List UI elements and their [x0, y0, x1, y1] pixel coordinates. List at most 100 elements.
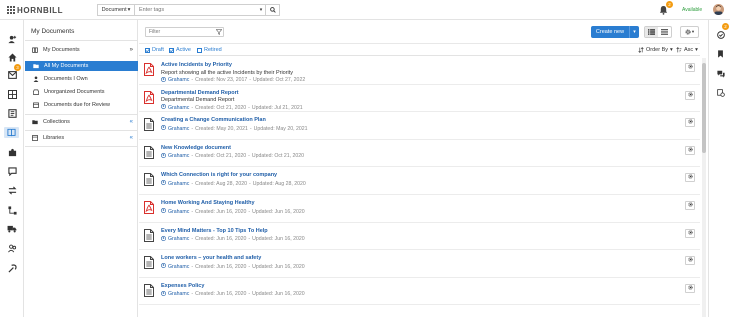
presence-status[interactable]: Available	[682, 7, 702, 13]
home-icon[interactable]	[7, 52, 17, 62]
document-row[interactable]: Expenses Policy Grahamc - Created: Jun 16…	[139, 278, 700, 306]
document-created: Created: Nov 23, 2017	[195, 77, 248, 83]
avatar[interactable]	[713, 4, 724, 15]
document-updated: Updated: Jun 16, 2020	[252, 208, 305, 215]
document-row[interactable]: Every Mind Matters - Top 10 Tips To Help…	[139, 223, 700, 251]
filter-funnel-icon[interactable]	[215, 29, 223, 35]
sort-direction-select[interactable]: Asc ▾	[676, 47, 698, 53]
section-libraries[interactable]: Libraries «	[25, 133, 138, 143]
document-settings-button[interactable]	[685, 90, 695, 100]
sidebar-item-documents-i-own[interactable]: Documents I Own	[25, 74, 138, 84]
puzzle-icon[interactable]	[7, 147, 17, 157]
document-settings-button[interactable]	[685, 63, 695, 72]
expand-chevron-icon[interactable]: «	[130, 135, 133, 141]
document-title-link[interactable]: Lone workers – your health and safety	[161, 255, 261, 261]
separator: -	[191, 236, 194, 243]
section-collections[interactable]: Collections «	[25, 117, 138, 127]
sidebar-item-all-my-documents[interactable]: All My Documents	[25, 61, 138, 71]
document-row[interactable]: Home Working And Staying Healthy Grahamc …	[139, 195, 700, 223]
document-settings-button[interactable]	[685, 228, 695, 238]
create-new-label: Create new	[595, 29, 625, 35]
document-author-link[interactable]: Grahamc	[168, 77, 189, 83]
document-updated: Updated: Aug 28, 2020	[252, 180, 306, 187]
create-new-dropdown-icon[interactable]: ▾	[629, 26, 639, 38]
document-row[interactable]: Creating a Change Communication Plan Grah…	[139, 112, 700, 140]
check-circle-icon[interactable]	[716, 30, 725, 39]
activity-icon[interactable]	[716, 88, 725, 97]
list-scrollbar[interactable]	[702, 58, 706, 317]
document-title-link[interactable]: Departmental Demand Report	[161, 90, 239, 96]
documents-nav-icon[interactable]	[4, 127, 19, 138]
add-user-icon[interactable]	[7, 34, 17, 44]
grid-icon[interactable]	[7, 89, 17, 99]
search-button[interactable]	[265, 5, 279, 15]
document-author-link[interactable]: Grahamc	[168, 236, 189, 242]
expand-chevron-icon[interactable]: «	[130, 119, 133, 125]
search-options-caret[interactable]: ▾	[257, 5, 265, 15]
bookmark-icon[interactable]	[716, 49, 725, 58]
chat-bubbles-icon[interactable]	[716, 69, 725, 78]
top-bar: HORNBILL Document ▾ ▾ 2 Available	[0, 0, 730, 20]
document-row[interactable]: New Knowledge document Grahamc - Created:…	[139, 140, 700, 168]
search-type-select[interactable]: Document ▾	[98, 5, 135, 15]
document-title-link[interactable]: Which Connection is right for your compa…	[161, 172, 277, 178]
gear-icon	[687, 147, 693, 154]
separator: -	[191, 104, 194, 111]
document-settings-button[interactable]	[685, 201, 695, 210]
document-created: Created: Oct 21, 2020	[195, 153, 247, 160]
document-settings-button[interactable]	[685, 256, 695, 266]
document-row[interactable]: Which Connection is right for your compa…	[139, 167, 700, 195]
active-label: Active	[176, 47, 191, 53]
document-created: Created: May 20, 2021	[195, 125, 248, 132]
chat-icon[interactable]	[7, 166, 17, 176]
sidebar-item-unorganized-documents[interactable]: Unorganized Documents	[25, 87, 138, 97]
section-my-documents[interactable]: My Documents »	[25, 45, 138, 55]
swap-icon[interactable]	[7, 185, 17, 195]
people-icon[interactable]	[7, 243, 17, 253]
document-author-link[interactable]: Grahamc	[168, 209, 189, 215]
search-tags-input[interactable]	[135, 5, 257, 15]
truck-icon[interactable]	[7, 224, 17, 234]
document-title-link[interactable]: Home Working And Staying Healthy	[161, 200, 255, 206]
document-title-link[interactable]: Expenses Policy	[161, 283, 204, 289]
detail-view-button[interactable]	[658, 27, 671, 37]
document-author-link[interactable]: Grahamc	[168, 126, 189, 132]
sidebar-item-documents-due-for-review[interactable]: Documents due for Review	[25, 100, 138, 110]
user-circle-icon	[161, 104, 166, 111]
tools-icon[interactable]	[7, 263, 17, 273]
folder-icon	[33, 63, 39, 69]
active-checkbox[interactable]: Active	[169, 47, 191, 53]
document-settings-button[interactable]	[685, 283, 695, 293]
gear-icon	[687, 119, 693, 126]
collapse-chevron-icon[interactable]: »	[130, 47, 133, 53]
inbox-icon[interactable]	[7, 70, 17, 80]
document-row[interactable]: Departmental Demand Report Departmental D…	[139, 85, 700, 113]
hornbill-logo[interactable]: HORNBILL	[6, 5, 63, 15]
document-author-link[interactable]: Grahamc	[168, 153, 189, 159]
document-author-link[interactable]: Grahamc	[168, 105, 189, 111]
filter-input[interactable]	[146, 29, 215, 35]
document-title-link[interactable]: New Knowledge document	[161, 145, 231, 151]
document-author-link[interactable]: Grahamc	[168, 291, 189, 297]
document-settings-button[interactable]	[685, 145, 695, 155]
order-by-select[interactable]: Order By ▾	[638, 47, 673, 53]
document-title-link[interactable]: Creating a Change Communication Plan	[161, 117, 266, 123]
document-settings-button[interactable]	[685, 173, 695, 183]
document-row[interactable]: Lone workers – your health and safety Gra…	[139, 250, 700, 278]
document-author-link[interactable]: Grahamc	[168, 181, 189, 187]
scrollbar-thumb[interactable]	[702, 63, 706, 153]
retired-checkbox[interactable]: Retired	[197, 47, 222, 53]
document-row[interactable]: Active Incidents by Priority Report showi…	[139, 57, 700, 85]
document-author-link[interactable]: Grahamc	[168, 264, 189, 270]
document-title-link[interactable]: Every Mind Matters - Top 10 Tips To Help	[161, 228, 268, 234]
draft-checkbox[interactable]: Draft	[145, 47, 164, 53]
settings-dropdown-button[interactable]: ▾	[680, 26, 699, 38]
separator: -	[248, 291, 251, 298]
document-settings-button[interactable]	[685, 118, 695, 128]
document-title-link[interactable]: Active Incidents by Priority	[161, 62, 232, 68]
retired-label: Retired	[204, 47, 222, 53]
create-new-button[interactable]: Create new ▾	[591, 26, 639, 38]
book-icon[interactable]	[7, 108, 17, 118]
workflow-icon[interactable]	[7, 205, 17, 215]
list-view-button[interactable]	[645, 27, 658, 37]
